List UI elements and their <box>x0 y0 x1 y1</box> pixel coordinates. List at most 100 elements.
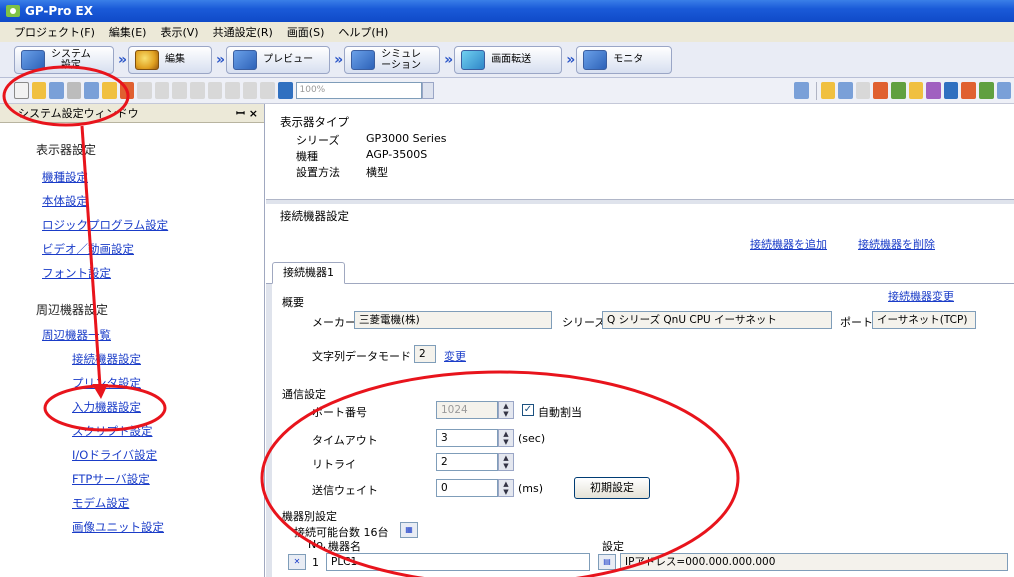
sidebar-item-script[interactable]: スクリプト設定 <box>0 419 264 443</box>
series-row: シリーズ GP3000 Series <box>296 132 447 147</box>
sidebar-item-image-unit[interactable]: 画像ユニット設定 <box>0 515 264 539</box>
menu-project[interactable]: プロジェクト(F) <box>14 24 95 40</box>
grid-icon[interactable] <box>137 82 152 99</box>
sidebar-item-logic[interactable]: ロジックプログラム設定 <box>0 213 264 237</box>
maker-label: メーカー <box>312 316 356 329</box>
change-device-link[interactable]: 接続機器変更 <box>888 288 954 304</box>
pointer-icon[interactable] <box>277 82 293 99</box>
transfer-icon <box>461 49 486 70</box>
device-name-field[interactable]: PLC1 <box>326 553 590 571</box>
flow-arrow-icon: » <box>216 51 225 68</box>
layout-icon[interactable] <box>794 82 809 99</box>
device-settings-field: IPアドレス=000.000.000.000 <box>620 553 1008 571</box>
comm-settings-heading: 通信設定 <box>282 388 326 401</box>
part-icon[interactable] <box>820 82 836 99</box>
part-icon[interactable] <box>838 82 853 99</box>
column-settings: 設定 <box>602 540 624 553</box>
simulation-icon <box>351 49 376 70</box>
redo-icon[interactable] <box>172 82 187 99</box>
edit-button[interactable]: 編集 <box>128 45 213 74</box>
sidebar-item-ftp-server[interactable]: FTPサーバ設定 <box>0 467 264 491</box>
tab-device-1[interactable]: 接続機器1 <box>272 262 345 284</box>
monitor-button[interactable]: モニタ <box>576 45 673 74</box>
sidebar-item-device-connection[interactable]: 接続機器設定 <box>0 347 264 371</box>
sidebar-item-printer[interactable]: プリンタ設定 <box>0 371 264 395</box>
zoom-dropdown-icon[interactable] <box>422 82 435 99</box>
app-icon <box>6 5 20 17</box>
part-icon[interactable] <box>908 82 924 99</box>
string-mode-change-link[interactable]: 変更 <box>444 348 466 364</box>
part-icon[interactable] <box>855 82 871 99</box>
send-wait-spinner-icon[interactable]: ▲ ▼ <box>498 479 514 497</box>
series-field: Q シリーズ QnU CPU イーサネット <box>602 311 832 329</box>
preview-button[interactable]: プレビュー <box>226 45 331 74</box>
delete-device-link[interactable]: 接続機器を削除 <box>858 236 935 252</box>
timeout-label: タイムアウト <box>312 434 378 447</box>
device-list-icon[interactable]: ▦ <box>400 522 418 538</box>
copy-icon[interactable] <box>207 82 223 99</box>
save-icon[interactable] <box>49 82 64 99</box>
column-device-name: 機器名 <box>328 540 361 553</box>
delete-icon[interactable] <box>260 82 275 99</box>
system-settings-icon <box>21 49 45 70</box>
part-icon[interactable] <box>943 82 959 99</box>
initial-settings-button[interactable]: 初期設定 <box>574 477 650 499</box>
menu-view[interactable]: 表示(V) <box>160 24 198 40</box>
device-panel: 概要 接続機器変更 メーカー 三菱電機(株) シリーズ Q シリーズ QnU C… <box>272 284 1014 577</box>
send-wait-field[interactable]: 0 <box>436 479 498 497</box>
sidebar-item-unit[interactable]: 本体設定 <box>0 189 264 213</box>
menu-common-settings[interactable]: 共通設定(R) <box>213 24 273 40</box>
part-icon[interactable] <box>926 82 941 99</box>
menu-edit[interactable]: 編集(E) <box>109 24 147 40</box>
paste-icon[interactable] <box>225 82 240 99</box>
series-label: シリーズ <box>562 316 606 329</box>
sidebar-item-model[interactable]: 機種設定 <box>0 165 264 189</box>
panel-controls[interactable]: ꟷ × <box>236 106 258 121</box>
sidebar-item-io-driver[interactable]: I/Oドライバ設定 <box>0 443 264 467</box>
new-icon[interactable] <box>14 82 29 99</box>
auto-assign-checkbox[interactable]: ✓ <box>522 404 534 416</box>
window-icon[interactable] <box>119 82 135 99</box>
timeout-spinner-icon[interactable]: ▲ ▼ <box>498 429 514 447</box>
workflow-toolbar: システム 設定 » 編集 » プレビュー » シミュレ ーション » 画面転送 … <box>0 42 1014 78</box>
retry-field[interactable]: 2 <box>436 453 498 471</box>
sidebar-item-peripheral-list[interactable]: 周辺機器一覧 <box>0 323 264 347</box>
sidebar-item-input-device[interactable]: 入力機器設定 <box>0 395 264 419</box>
add-device-link[interactable]: 接続機器を追加 <box>750 236 827 252</box>
menu-screen[interactable]: 画面(S) <box>287 24 325 40</box>
row-number: 1 <box>312 556 319 569</box>
send-wait-unit: (ms) <box>518 482 544 495</box>
part-icon[interactable] <box>979 82 994 99</box>
menu-help[interactable]: ヘルプ(H) <box>338 24 388 40</box>
port-number-spinner-icon[interactable]: ▲ ▼ <box>498 401 514 419</box>
simulation-button[interactable]: シミュレ ーション <box>344 45 441 74</box>
timeout-field[interactable]: 3 <box>436 429 498 447</box>
cut-icon[interactable] <box>189 82 205 99</box>
flow-arrow-icon: » <box>566 51 575 68</box>
print-icon[interactable] <box>66 82 82 99</box>
delete-row-icon[interactable]: ✕ <box>288 554 306 570</box>
sidebar-item-modem[interactable]: モデム設定 <box>0 491 264 515</box>
device-settings-icon[interactable]: ▤ <box>598 554 616 570</box>
sidebar-item-video[interactable]: ビデオ／動画設定 <box>0 237 264 261</box>
open-icon[interactable] <box>31 82 47 99</box>
display-type-heading: 表示器タイプ <box>280 115 349 129</box>
port-number-field[interactable]: 1024 <box>436 401 498 419</box>
zoom-select[interactable]: 100% <box>295 82 423 99</box>
retry-spinner-icon[interactable]: ▲ ▼ <box>498 453 514 471</box>
port-field: イーサネット(TCP) <box>872 311 976 329</box>
folder-icon[interactable] <box>101 82 117 99</box>
duplicate-icon[interactable] <box>242 82 258 99</box>
part-icon[interactable] <box>961 82 977 99</box>
undo-icon[interactable] <box>154 82 170 99</box>
panel-title-bar: システム設定ウィンドウ ꟷ × <box>0 104 264 123</box>
part-icon[interactable] <box>873 82 889 99</box>
part-icon[interactable] <box>891 82 906 99</box>
sidebar-item-font[interactable]: フォント設定 <box>0 261 264 285</box>
window-title: GP-Pro EX <box>25 4 93 18</box>
device-settings-heading: 機器別設定 <box>282 510 337 523</box>
transfer-button[interactable]: 画面転送 <box>454 45 563 74</box>
part-icon[interactable] <box>996 82 1012 99</box>
screen-icon[interactable] <box>84 82 99 99</box>
system-settings-button[interactable]: システム 設定 <box>14 45 114 74</box>
